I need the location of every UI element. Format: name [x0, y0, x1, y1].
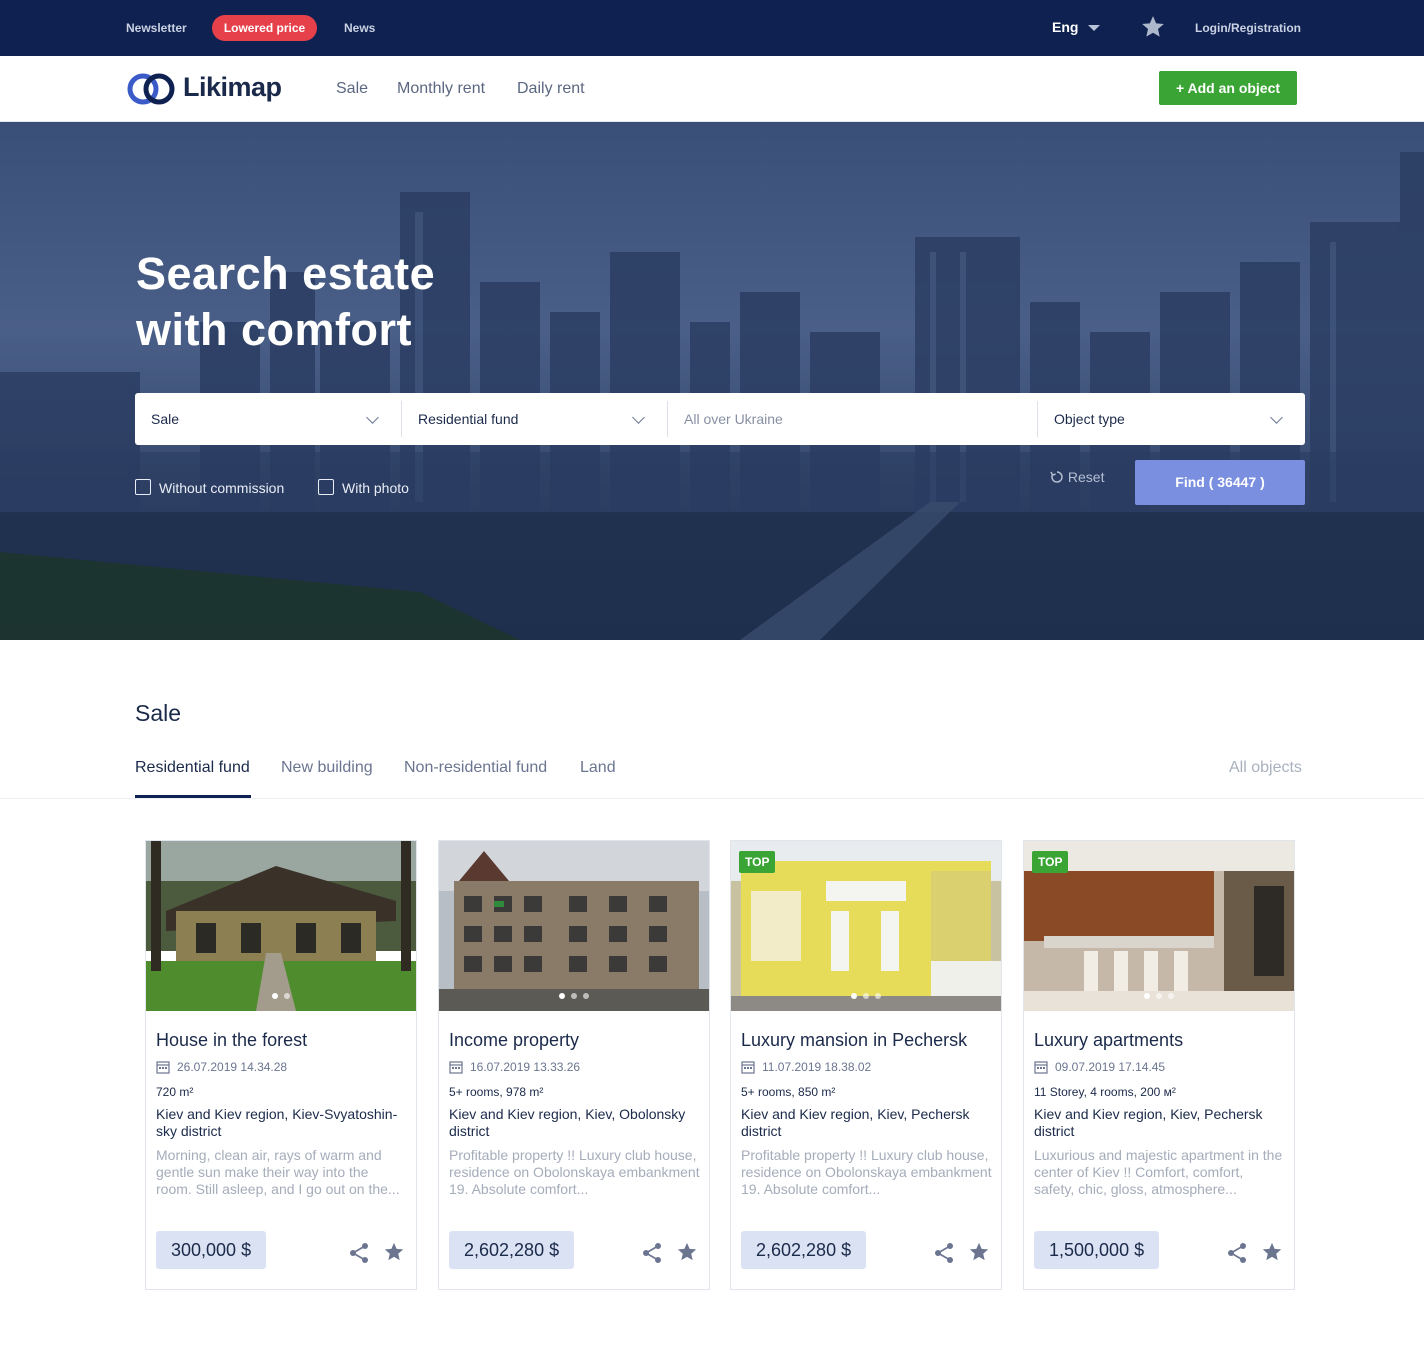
listing-spec: 720 m² — [156, 1085, 194, 1099]
listing-location: Kiev and Kiev region, Kiev, Pechersk dis… — [741, 1106, 970, 1139]
listing-date: 11.07.2019 18.38.02 — [762, 1060, 872, 1074]
listing-description: Profitable property !! Luxury club house… — [741, 1147, 992, 1197]
share-icon[interactable] — [1226, 1242, 1248, 1264]
logo-text[interactable]: Likimap — [183, 72, 282, 103]
hero-title: Search estate with comfort — [136, 246, 656, 358]
tab-residential-fund[interactable]: Residential fund — [135, 759, 250, 777]
photo-pagination[interactable] — [272, 993, 290, 999]
chevron-down-icon[interactable] — [1088, 25, 1100, 31]
top-badge: TOP — [739, 851, 776, 873]
listing-price: 1,500,000 $ — [1034, 1231, 1160, 1269]
listing-title[interactable]: Income property — [449, 1030, 579, 1051]
listing-photo[interactable] — [146, 841, 416, 1011]
listing-location: Kiev and Kiev region, Kiev-Svyatoshin-sk… — [156, 1106, 398, 1139]
favorite-star-icon[interactable] — [968, 1241, 990, 1263]
calendar-icon — [1034, 1061, 1048, 1074]
listing-price: 2,602,280 $ — [741, 1231, 867, 1269]
share-icon[interactable] — [348, 1242, 370, 1264]
listing-description: Profitable property !! Luxury club house… — [449, 1147, 700, 1197]
find-button[interactable]: Find ( 36447 ) — [1135, 460, 1305, 505]
top-badge: TOP — [1032, 851, 1069, 873]
favorite-star-icon[interactable] — [383, 1241, 405, 1263]
without-commission-label[interactable]: Without commission — [159, 480, 284, 496]
listing-title[interactable]: House in the forest — [156, 1030, 307, 1051]
likimap-logo-icon[interactable] — [126, 71, 176, 107]
listing-card[interactable]: Income property 16.07.2019 13.33.26 5+ r… — [438, 840, 710, 1290]
search-bar: Sale Residential fund All over Ukraine O… — [135, 393, 1305, 445]
listing-date: 26.07.2019 14.34.28 — [177, 1060, 288, 1074]
top-bar: Newsletter Lowered price News Eng Login/… — [0, 0, 1424, 56]
category-value: Residential fund — [418, 411, 519, 427]
tab-non-residential-fund[interactable]: Non-residential fund — [404, 759, 547, 777]
all-objects-link[interactable]: All objects — [1229, 759, 1302, 777]
listing-spec: 5+ rooms, 850 m² — [741, 1085, 836, 1099]
reset-label: Reset — [1067, 469, 1105, 485]
listing-spec: 11 Storey, 4 rooms, 200 м² — [1034, 1085, 1176, 1099]
section-title: Sale — [135, 700, 182, 726]
listing-price: 300,000 $ — [156, 1231, 267, 1269]
hero-title-line-2: with comfort — [136, 304, 412, 355]
listing-location: Kiev and Kiev region, Kiev, Obolonsky di… — [449, 1106, 686, 1139]
deal-type-select[interactable]: Sale — [135, 393, 401, 445]
building-photo — [439, 841, 709, 1011]
lowered-price-link[interactable]: Lowered price — [212, 15, 317, 41]
chevron-down-icon — [632, 411, 645, 424]
newsletter-link[interactable]: Newsletter — [126, 21, 187, 35]
deal-type-value: Sale — [151, 411, 180, 427]
listing-price: 2,602,280 $ — [449, 1231, 575, 1269]
listing-date: 09.07.2019 17.14.45 — [1055, 1060, 1166, 1074]
listing-description: Morning, clean air, rays of warm and gen… — [156, 1147, 400, 1197]
house-photo — [146, 841, 416, 1011]
photo-pagination[interactable] — [851, 993, 881, 999]
news-link[interactable]: News — [344, 21, 375, 35]
tabs-divider — [0, 798, 1424, 799]
hero-title-line-1: Search estate — [136, 248, 436, 299]
listing-card[interactable]: House in the forest 26.07.2019 14.34.28 … — [145, 840, 417, 1290]
listing-location: Kiev and Kiev region, Kiev, Pechersk dis… — [1034, 1106, 1263, 1139]
reset-icon — [1050, 471, 1063, 483]
city-skyline-image — [0, 152, 1424, 640]
language-selector[interactable]: Eng — [1052, 19, 1078, 35]
chevron-down-icon — [366, 411, 379, 424]
listing-photo[interactable] — [439, 841, 709, 1011]
listing-card[interactable]: TOP Luxury mansion in Pechersk 11.07.201… — [730, 840, 1002, 1290]
calendar-icon — [156, 1061, 170, 1074]
photo-pagination[interactable] — [1144, 993, 1174, 999]
listing-card[interactable]: TOP Luxury apartments 09.07.2019 17.14.4… — [1023, 840, 1295, 1290]
calendar-icon — [741, 1061, 755, 1074]
tab-new-building[interactable]: New building — [281, 759, 373, 777]
without-commission-checkbox[interactable] — [135, 479, 151, 495]
nav-daily-rent[interactable]: Daily rent — [517, 80, 585, 98]
listing-date: 16.07.2019 13.33.26 — [470, 1060, 581, 1074]
favorite-star-icon[interactable] — [676, 1241, 698, 1263]
active-tab-indicator — [135, 795, 251, 798]
share-icon[interactable] — [933, 1242, 955, 1264]
login-registration-link[interactable]: Login/Registration — [1195, 21, 1301, 35]
hero-banner — [0, 122, 1424, 640]
calendar-icon — [449, 1061, 463, 1074]
object-type-value: Object type — [1054, 411, 1125, 427]
chevron-down-icon — [1270, 411, 1283, 424]
location-input[interactable]: All over Ukraine — [668, 393, 1037, 445]
photo-pagination[interactable] — [559, 993, 589, 999]
object-type-select[interactable]: Object type — [1038, 393, 1305, 445]
favorites-star-icon[interactable] — [1140, 14, 1166, 40]
nav-monthly-rent[interactable]: Monthly rent — [397, 80, 485, 98]
listing-photo[interactable]: TOP — [1024, 841, 1294, 1011]
listing-title[interactable]: Luxury mansion in Pechersk — [741, 1030, 967, 1051]
category-select[interactable]: Residential fund — [402, 393, 668, 445]
listing-description: Luxurious and majestic apartment in the … — [1034, 1147, 1283, 1197]
listing-photo[interactable]: TOP — [731, 841, 1001, 1011]
with-photo-checkbox[interactable] — [318, 479, 334, 495]
reset-button[interactable]: Reset — [1050, 469, 1104, 485]
add-object-button[interactable]: + Add an object — [1159, 71, 1297, 105]
favorite-star-icon[interactable] — [1261, 1241, 1283, 1263]
nav-sale[interactable]: Sale — [336, 80, 368, 98]
listing-title[interactable]: Luxury apartments — [1034, 1030, 1183, 1051]
with-photo-label[interactable]: With photo — [342, 480, 409, 496]
tab-land[interactable]: Land — [580, 759, 616, 777]
share-icon[interactable] — [641, 1242, 663, 1264]
listing-spec: 5+ rooms, 978 m² — [449, 1085, 544, 1099]
